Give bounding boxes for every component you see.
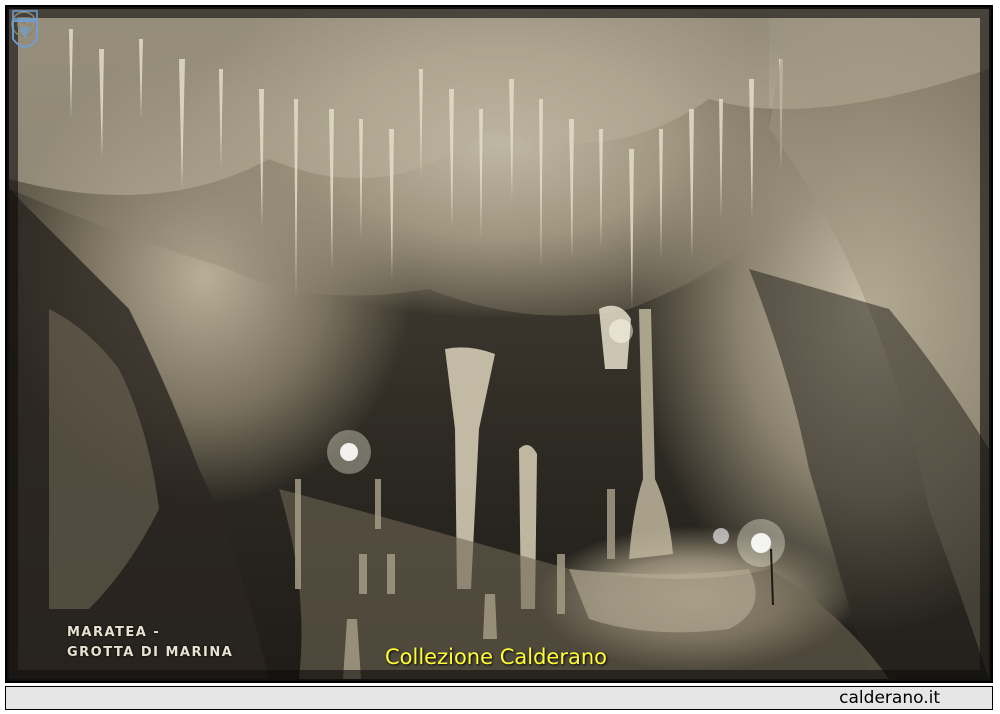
photo-caption: MARATEA - GROTTA DI MARINA [67,623,233,663]
photo-border: MARATEA - GROTTA DI MARINA Collezione Ca… [5,5,993,683]
cave-photo: MARATEA - GROTTA DI MARINA Collezione Ca… [9,9,989,679]
postcard-frame: MARATEA - GROTTA DI MARINA Collezione Ca… [0,0,1000,714]
caption-location: MARATEA - [67,625,161,640]
collection-watermark: Collezione Calderano [385,645,607,669]
caption-title: GROTTA DI MARINA [67,645,234,660]
footer-bar: calderano.it [5,686,993,710]
footer-site-link[interactable]: calderano.it [839,688,940,708]
coat-of-arms-icon [12,10,38,48]
cave-formations [9,9,989,679]
